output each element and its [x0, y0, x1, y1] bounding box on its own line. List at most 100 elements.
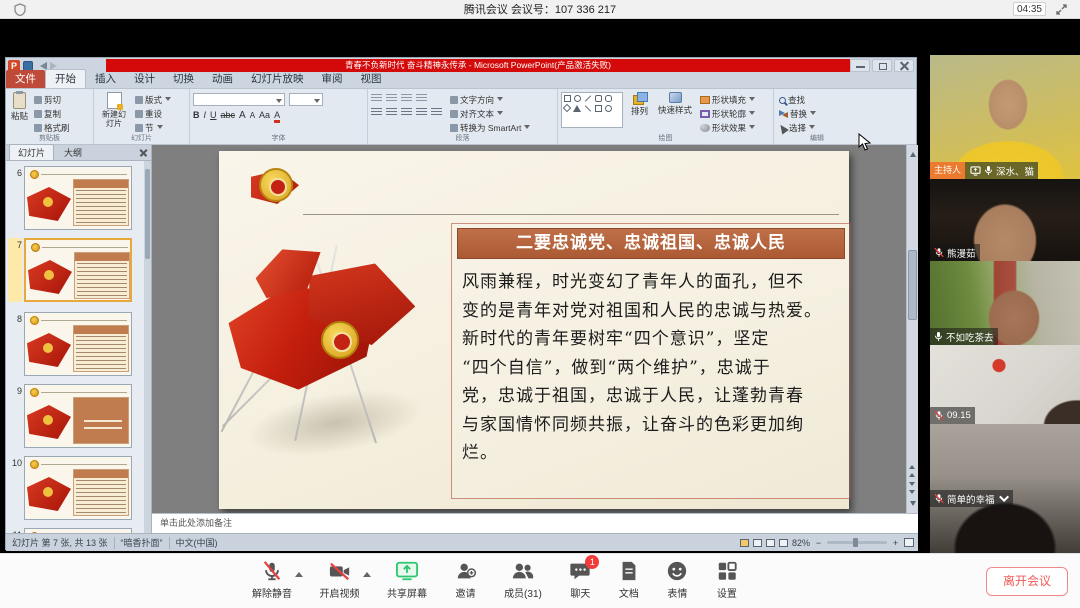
tab-view[interactable]: 视图: [352, 70, 391, 88]
change-case-button[interactable]: Aa: [259, 110, 270, 120]
reactions-button[interactable]: 表情: [666, 560, 688, 600]
tab-animations[interactable]: 动画: [203, 70, 242, 88]
chat-button[interactable]: 1 聊天: [569, 560, 591, 600]
settings-grid-icon: [716, 560, 738, 582]
align-text-button[interactable]: 对齐文本: [450, 108, 530, 120]
theme-name: “暗香扑面”: [121, 536, 163, 549]
reading-view-icon[interactable]: [766, 539, 775, 547]
maximize-button[interactable]: [872, 59, 892, 72]
slide[interactable]: 二要忠诚党、忠诚祖国、忠诚人民 风雨兼程，时光变幻了青年人的面孔，但不 变的是青…: [219, 151, 849, 509]
panel-tab-outline[interactable]: 大纲: [56, 145, 90, 160]
close-button[interactable]: [894, 59, 914, 72]
mic-options-caret[interactable]: [295, 568, 303, 577]
slide-sorter-view-icon[interactable]: [753, 539, 762, 547]
arrange-button[interactable]: 排列: [629, 92, 650, 117]
indent-increase-icon[interactable]: [416, 94, 427, 103]
zoom-slider[interactable]: [827, 541, 887, 544]
video-options-caret[interactable]: [363, 568, 371, 577]
share-screen-button[interactable]: 共享屏幕: [387, 560, 427, 600]
chevron-down-icon[interactable]: [999, 492, 1009, 502]
normal-view-icon[interactable]: [740, 539, 749, 547]
fit-to-window-icon[interactable]: [904, 538, 914, 547]
scroll-thumb[interactable]: [908, 250, 917, 320]
columns-icon[interactable]: [431, 108, 442, 117]
unmute-button[interactable]: 解除静音: [252, 560, 292, 600]
slide-thumbnail-7-selected[interactable]: 7: [8, 238, 132, 302]
font-color-button[interactable]: A: [274, 110, 280, 123]
settings-button[interactable]: 设置: [716, 560, 738, 600]
tab-design[interactable]: 设计: [125, 70, 164, 88]
video-tile-5[interactable]: 简单的幸福: [930, 424, 1080, 553]
mic-muted-icon: [934, 410, 944, 421]
tab-slideshow[interactable]: 幻灯片放映: [242, 70, 313, 88]
slide-scrollbar[interactable]: [906, 145, 918, 513]
strikethrough-button[interactable]: abc: [221, 110, 236, 120]
quick-styles-button[interactable]: 快速样式: [656, 92, 694, 116]
tab-review[interactable]: 审阅: [313, 70, 352, 88]
reset-button[interactable]: 重设: [135, 108, 171, 120]
underline-button[interactable]: U: [210, 110, 217, 120]
bullets-icon[interactable]: [371, 94, 382, 103]
shape-outline-button[interactable]: 形状轮廓: [700, 108, 755, 120]
slide-thumbnail-8[interactable]: 8: [8, 312, 132, 376]
start-video-button[interactable]: 开启视频: [320, 560, 360, 600]
tab-home[interactable]: 开始: [45, 69, 86, 88]
replace-button[interactable]: 替换: [779, 108, 857, 120]
scroll-up-icon[interactable]: [910, 149, 916, 157]
fullscreen-toggle-icon[interactable]: [1055, 3, 1068, 16]
italic-button[interactable]: I: [204, 110, 207, 120]
text-direction-button[interactable]: 文字方向: [450, 94, 530, 106]
font-size-select[interactable]: [289, 93, 323, 106]
layout-button[interactable]: 版式: [135, 94, 171, 106]
language-indicator[interactable]: 中文(中国): [176, 536, 218, 549]
save-icon[interactable]: [23, 61, 33, 71]
align-center-icon[interactable]: [386, 108, 397, 117]
scroll-down-icon[interactable]: [910, 501, 916, 509]
align-right-icon[interactable]: [401, 108, 412, 117]
group-paragraph: 文字方向 对齐文本 转换为 SmartArt 段落: [368, 89, 558, 144]
zoom-level[interactable]: 82%: [792, 538, 810, 548]
shape-fill-button[interactable]: 形状填充: [700, 94, 755, 106]
zoom-out-button[interactable]: −: [814, 538, 823, 548]
video-tile-2[interactable]: 熊漫茹: [930, 179, 1080, 261]
find-button[interactable]: 查找: [779, 94, 857, 106]
panel-tab-slides[interactable]: 幻灯片: [9, 144, 54, 160]
shrink-font-button[interactable]: A: [250, 111, 255, 120]
next-slide-button[interactable]: [909, 482, 915, 497]
mouse-cursor: [858, 133, 871, 151]
grow-font-button[interactable]: A: [239, 110, 246, 121]
slide-thumbnail-9[interactable]: 9: [8, 384, 132, 448]
slide-thumbnail-10[interactable]: 10: [8, 456, 132, 520]
copy-button[interactable]: 复制: [34, 108, 70, 120]
video-tile-3[interactable]: 不如吃茶去: [930, 261, 1080, 345]
paste-button[interactable]: 粘贴: [9, 92, 30, 134]
justify-icon[interactable]: [416, 108, 427, 117]
panel-close-icon[interactable]: [139, 148, 148, 157]
slideshow-view-icon[interactable]: [779, 539, 788, 547]
previous-slide-button[interactable]: [909, 462, 915, 477]
tab-file[interactable]: 文件: [6, 70, 45, 88]
group-font: B I U abc A A Aa A 字体: [190, 89, 368, 144]
tab-transitions[interactable]: 切换: [164, 70, 203, 88]
notes-pane[interactable]: 单击此处添加备注: [152, 513, 918, 533]
video-tile-host[interactable]: 主持人 深水、猫: [930, 55, 1080, 179]
minimize-button[interactable]: [850, 59, 870, 72]
video-tile-4[interactable]: 09.15: [930, 345, 1080, 424]
leave-meeting-button[interactable]: 离开会议: [986, 567, 1068, 596]
tab-insert[interactable]: 插入: [86, 70, 125, 88]
align-left-icon[interactable]: [371, 108, 382, 117]
slide-text-box[interactable]: 二要忠诚党、忠诚祖国、忠诚人民 风雨兼程，时光变幻了青年人的面孔，但不 变的是青…: [451, 223, 851, 499]
panel-scrollbar[interactable]: [144, 161, 151, 534]
shape-gallery[interactable]: [561, 92, 623, 128]
bold-button[interactable]: B: [193, 110, 200, 120]
slide-thumbnail-6[interactable]: 6: [8, 166, 132, 230]
cut-button[interactable]: 剪切: [34, 94, 70, 106]
numbering-icon[interactable]: [386, 94, 397, 103]
docs-button[interactable]: 文档: [619, 560, 639, 600]
font-family-select[interactable]: [193, 93, 285, 106]
new-slide-button[interactable]: 新建幻灯片: [97, 92, 131, 134]
indent-decrease-icon[interactable]: [401, 94, 412, 103]
members-button[interactable]: 成员(31): [504, 560, 542, 600]
invite-button[interactable]: 邀请: [455, 560, 477, 600]
zoom-in-button[interactable]: +: [891, 538, 900, 548]
